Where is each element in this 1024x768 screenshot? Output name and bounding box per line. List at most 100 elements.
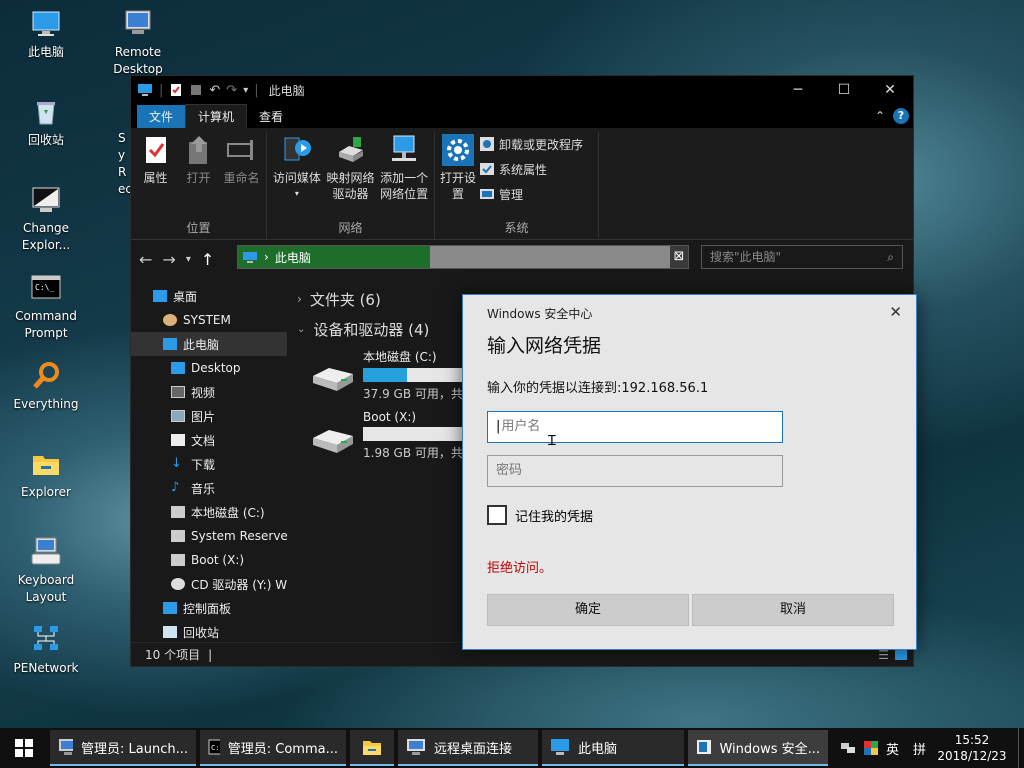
redo-icon[interactable]: ↷ — [226, 83, 237, 98]
tree-item-videos[interactable]: 视频 — [131, 380, 287, 404]
taskbar-item-launcher[interactable]: 管理员: Launch... — [50, 730, 196, 766]
open-icon — [188, 136, 207, 164]
credential-dialog[interactable]: Windows 安全中心 ✕ 输入网络凭据 输入你的凭据以连接到:192.168… — [462, 294, 917, 650]
access-media-button[interactable]: 访问媒体 ▾ — [271, 132, 323, 217]
manage-icon — [480, 189, 494, 199]
search-input[interactable]: 搜索"此电脑" ⌕ — [701, 245, 903, 269]
desktop-icon-remote-desktop[interactable]: Remote Desktop — [98, 8, 178, 78]
network-status-icon[interactable] — [840, 741, 856, 755]
ime-mode-indicator[interactable]: 英 — [886, 739, 899, 758]
close-icon[interactable]: ✕ — [889, 303, 902, 321]
desktop-icon-everything[interactable]: Everything — [6, 360, 86, 413]
desktop-icon-label: Everything — [13, 397, 79, 411]
address-bar[interactable]: › 此电脑 ⊠ — [237, 245, 689, 269]
clear-address-button[interactable]: ⊠ — [670, 246, 688, 268]
ribbon-group-system: 打开设置 卸载或更改程序 系统属性 管理 系统 — [435, 132, 599, 239]
hard-drive-icon — [313, 368, 353, 391]
close-button[interactable]: ✕ — [867, 76, 913, 104]
username-placeholder: 用户名 — [501, 419, 541, 434]
start-button[interactable] — [0, 728, 48, 768]
manage-button[interactable]: 管理 — [479, 184, 583, 204]
system-properties-button[interactable]: 系统属性 — [479, 159, 583, 179]
desktop-icon-recycle-bin[interactable]: 回收站 — [6, 96, 86, 149]
open-button[interactable]: 打开 — [178, 132, 219, 217]
username-field[interactable]: |用户名 — [487, 411, 783, 443]
this-pc-icon — [32, 11, 60, 36]
map-network-drive-button[interactable]: 映射网络驱动器 — [325, 132, 377, 217]
chevron-up-icon[interactable]: ⌃ — [875, 109, 885, 123]
desktop-icon-change-explorer[interactable]: Change Explor... — [6, 184, 86, 254]
recent-locations-icon[interactable]: ▾ — [186, 254, 191, 265]
checkbox-box[interactable] — [487, 505, 507, 525]
tree-item-music[interactable]: ♪ 音乐 — [131, 476, 287, 500]
add-network-location-button[interactable]: 添加一个网络位置 — [378, 132, 430, 217]
tab-view[interactable]: 查看 — [247, 105, 295, 128]
undo-icon[interactable]: ↶ — [209, 83, 220, 98]
desktop-icon-command-prompt[interactable]: C:\_ Command Prompt — [6, 272, 86, 342]
rename-button[interactable]: 重命名 — [221, 132, 262, 217]
taskbar-item-remote-desktop[interactable]: 远程桌面连接 — [398, 730, 538, 766]
tree-item-pictures[interactable]: 图片 — [131, 404, 287, 428]
drive-name: Boot (X:) — [363, 410, 417, 424]
taskbar-item-this-pc[interactable]: 此电脑 — [542, 730, 684, 766]
tree-item-this-pc[interactable]: 此电脑 — [131, 332, 287, 356]
tree-item-control-panel[interactable]: 控制面板 — [131, 596, 287, 620]
tree-item-label: 桌面 — [173, 289, 198, 304]
tree-item-local-disk-c[interactable]: 本地磁盘 (C:) — [131, 500, 287, 524]
drive-free-space: 1.98 GB 可用，共 — [363, 446, 463, 460]
clock[interactable]: 15:52 2018/12/23 — [934, 732, 1010, 764]
desktop-icon-explorer[interactable]: Explorer — [6, 448, 86, 501]
color-palette-icon[interactable] — [863, 741, 878, 755]
desktop-icon-this-pc[interactable]: 此电脑 — [6, 8, 86, 61]
show-desktop-button[interactable] — [1018, 728, 1024, 768]
desktop-icon-label: PENetwork — [13, 661, 79, 675]
open-settings-button[interactable]: 打开设置 — [439, 132, 477, 217]
tab-file[interactable]: 文件 — [137, 105, 186, 128]
launcher-icon — [59, 739, 74, 755]
ime-input-indicator[interactable]: 拼 — [913, 739, 926, 758]
up-icon[interactable]: ↑ — [201, 250, 214, 269]
remember-credentials-checkbox[interactable]: 记住我的凭据 — [487, 505, 593, 525]
gear-icon — [442, 134, 474, 166]
tree-item-boot-x[interactable]: Boot (X:) — [131, 548, 287, 572]
taskbar-item-windows-security[interactable]: Windows 安全... — [688, 730, 828, 766]
tree-item-desktop-folder[interactable]: Desktop — [131, 356, 287, 380]
ok-button[interactable]: 确定 — [487, 594, 689, 626]
clock-date: 2018/12/23 — [937, 749, 1007, 763]
maximize-button[interactable]: ☐ — [821, 76, 867, 104]
desktop-icon-penetwork[interactable]: PENetwork — [6, 624, 86, 677]
taskbar-item-file-explorer[interactable] — [350, 730, 394, 766]
tree-item-system-reserved[interactable]: System Reserved — [131, 524, 287, 548]
dialog-heading: 输入网络凭据 — [487, 335, 602, 357]
forward-icon[interactable]: → — [162, 250, 175, 269]
properties-icon[interactable] — [169, 83, 183, 97]
tree-item-downloads[interactable]: ↓ 下载 — [131, 452, 287, 476]
access-media-label: 访问媒体 — [272, 171, 321, 185]
chevron-down-icon[interactable]: ▾ — [243, 85, 248, 96]
ribbon: 属性 打开 重命名 位置 访问媒体 ▾ 映射网络驱动器 添加一个网络位置 网络 — [131, 128, 913, 240]
text-cursor-icon: Ɪ — [548, 433, 556, 449]
tree-item-cd-drive[interactable]: CD 驱动器 (Y:) W — [131, 572, 287, 596]
uninstall-program-button[interactable]: 卸载或更改程序 — [479, 134, 583, 154]
breadcrumb[interactable]: 此电脑 — [275, 249, 311, 266]
new-folder-icon[interactable] — [189, 83, 203, 97]
tree-item-system[interactable]: SYSTEM — [131, 308, 287, 332]
windows-logo-icon — [15, 739, 33, 757]
help-icon[interactable]: ? — [893, 108, 909, 124]
tree-item-recycle-bin[interactable]: 回收站 — [131, 620, 287, 644]
tree-item-label: 文档 — [191, 433, 216, 448]
remote-desktop-icon — [125, 10, 151, 34]
properties-button[interactable]: 属性 — [135, 132, 176, 217]
taskbar-item-command-prompt[interactable]: C:\ 管理员: Comma... — [200, 730, 346, 766]
open-settings-label: 打开设置 — [439, 171, 476, 201]
tree-item-documents[interactable]: 文档 — [131, 428, 287, 452]
explorer-titlebar[interactable]: | ↶ ↷ ▾ | 此电脑 ─ ☐ ✕ — [131, 76, 913, 104]
tab-computer[interactable]: 计算机 — [185, 104, 248, 128]
password-field[interactable]: 密码 — [487, 455, 783, 487]
drive-icon — [171, 554, 185, 566]
minimize-button[interactable]: ─ — [775, 76, 821, 104]
back-icon[interactable]: ← — [139, 250, 152, 269]
desktop-icon-keyboard-layout[interactable]: Keyboard Layout — [6, 536, 86, 606]
tree-item-desktop[interactable]: 桌面 — [131, 284, 287, 308]
cancel-button[interactable]: 取消 — [692, 594, 894, 626]
